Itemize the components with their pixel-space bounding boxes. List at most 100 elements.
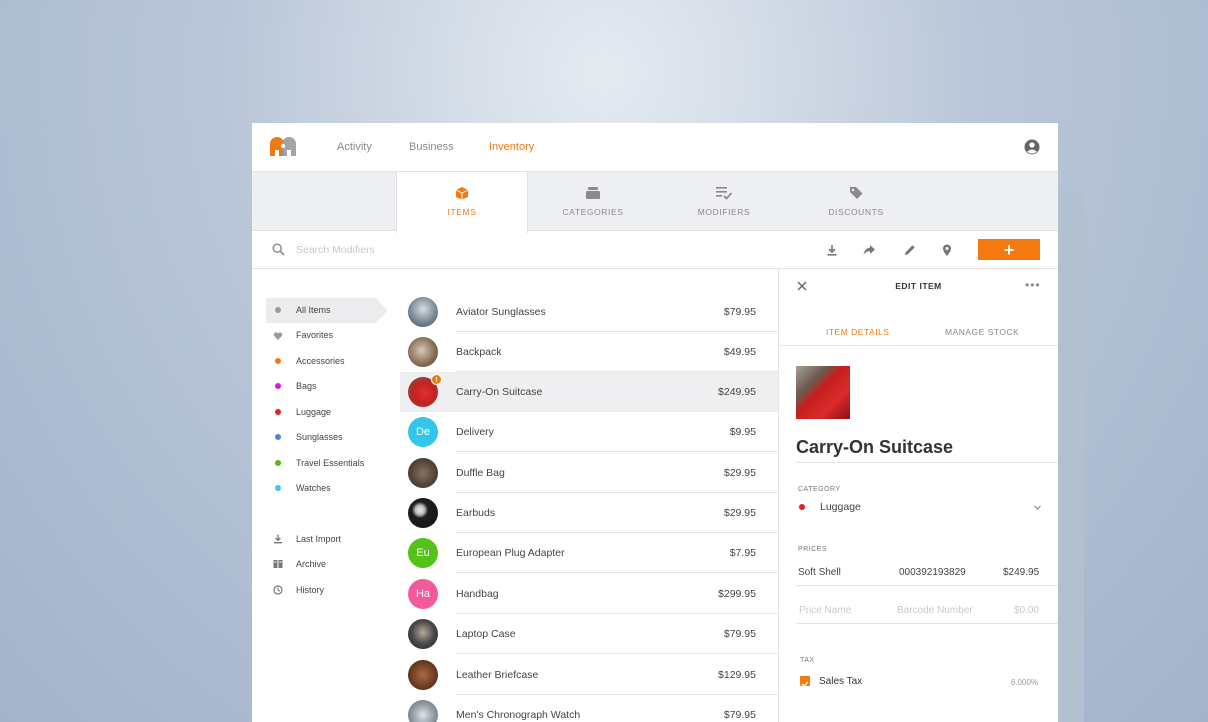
item-avatar-initials: Eu [408,538,438,568]
item-name: European Plug Adapter [456,547,565,559]
item-price: $299.95 [718,588,756,600]
sales-tax-checkbox[interactable] [800,676,810,688]
download-icon [274,534,282,544]
sidebar-item-history[interactable]: History [266,578,378,603]
category-select[interactable]: Luggage [820,501,861,513]
heart-icon [273,332,283,340]
tab-manage-stock[interactable]: MANAGE STOCK [945,327,1019,337]
tab-items[interactable]: ITEMS [396,172,528,233]
table-row[interactable]: Aviator Sunglasses $79.95 [400,292,778,332]
add-item-button[interactable]: + [978,239,1040,260]
sidebar-item-luggage[interactable]: Luggage [266,400,378,425]
search-icon [272,243,285,256]
stack-icon [586,187,600,199]
item-price: $79.95 [723,709,756,721]
download-icon[interactable] [825,243,839,257]
sidebar-item-label: Sunglasses [296,432,343,442]
item-name: Duffle Bag [456,467,505,479]
table-row[interactable]: Leather Briefcase $129.95 [400,655,778,695]
sidebar-item-all-items[interactable]: All Items [266,298,388,323]
sidebar-item-last-import[interactable]: Last Import [266,527,378,552]
price-name-input[interactable]: Price Name [799,605,851,616]
location-pin-icon[interactable] [940,243,954,257]
table-row[interactable]: Duffle Bag $29.95 [400,453,778,493]
search-toolbar: + [252,231,1058,269]
item-name: Carry-On Suitcase [456,386,543,398]
table-row[interactable]: Laptop Case $79.95 [400,614,778,654]
category-dot [275,358,281,364]
user-icon[interactable] [1024,139,1040,155]
category-dot [275,307,281,313]
item-name: Earbuds [456,507,496,519]
nav-business[interactable]: Business [409,141,454,153]
item-image[interactable] [796,366,850,419]
tab-categories[interactable]: CATEGORIES [527,172,659,232]
table-row[interactable]: Backpack $49.95 [400,332,778,372]
sidebar-item-bags[interactable]: Bags [266,374,378,399]
item-price: $7.95 [729,547,756,559]
table-row[interactable]: Men's Chronograph Watch $79.95 [400,695,778,722]
sidebar-item-label: All Items [296,305,331,315]
category-dot [275,434,281,440]
price-input-divider [796,623,1058,624]
barcode-number-input[interactable]: Barcode Number [897,605,973,616]
sidebar-item-travel-essentials[interactable]: Travel Essentials [266,451,378,476]
top-nav: Activity Business Inventory [252,123,1058,171]
pencil-icon[interactable] [903,243,917,257]
item-price: $129.95 [718,669,756,681]
tab-item-details[interactable]: ITEM DETAILS [826,327,889,337]
item-list: Aviator Sunglasses $79.95 Backpack $49.9… [400,269,778,722]
item-price: $79.95 [723,628,756,640]
sidebar-item-archive[interactable]: Archive [266,552,378,577]
box-icon [455,187,469,200]
sidebar-item-watches[interactable]: Watches [266,476,378,501]
nav-inventory[interactable]: Inventory [489,141,534,153]
sidebar-item-label: Favorites [296,330,334,340]
prices-label: PRICES [798,546,828,553]
item-price: $79.95 [723,306,756,318]
item-thumbnail [408,337,438,367]
barcode-number[interactable]: 000392193829 [899,567,966,578]
item-avatar-initials: Ha [408,579,438,609]
table-row[interactable]: Ha Handbag $299.95 [400,574,778,614]
tab-modifiers-label: MODIFIERS [697,207,751,217]
category-dot [275,460,281,466]
category-dot [275,485,281,491]
sidebar-item-sunglasses[interactable]: Sunglasses [266,425,378,450]
price-name[interactable]: Soft Shell [798,567,841,578]
tab-bar: ITEMS CATEGORIES MODIFIERS DISCOUNTS [252,171,1058,233]
category-label: CATEGORY [798,486,841,493]
tax-label: TAX [800,657,815,664]
share-icon[interactable] [862,243,876,257]
table-row[interactable]: Earbuds $29.95 [400,493,778,533]
sidebar-item-label: Watches [296,483,331,493]
title-divider [796,462,1058,463]
tax-name: Sales Tax [819,676,863,687]
search-input[interactable] [296,240,596,260]
tab-discounts[interactable]: DISCOUNTS [790,172,922,232]
item-price: $9.95 [729,426,756,438]
table-row[interactable]: De Delivery $9.95 [400,412,778,452]
tab-modifiers[interactable]: MODIFIERS [658,172,790,232]
tab-items-label: ITEMS [447,207,477,217]
price-value-input[interactable]: $0.00 [1014,605,1039,616]
category-dot [799,504,805,510]
nav-activity[interactable]: Activity [337,141,372,153]
item-thumbnail [408,498,438,528]
item-avatar-initials: De [408,417,438,447]
sidebar-item-favorites[interactable]: Favorites [266,323,378,348]
chevron-down-icon[interactable] [1033,503,1042,512]
item-thumbnail [408,297,438,327]
item-name: Leather Briefcase [456,669,539,681]
table-row-selected[interactable]: ! Carry-On Suitcase $249.95 [400,372,778,412]
item-title: Carry-On Suitcase [796,437,954,457]
table-row[interactable]: Eu European Plug Adapter $7.95 [400,533,778,573]
sidebar-item-accessories[interactable]: Accessories [266,349,378,374]
item-name: Handbag [456,588,499,600]
item-thumbnail [408,619,438,649]
price-value[interactable]: $249.95 [1003,567,1039,578]
more-options-icon[interactable]: ••• [1025,278,1041,292]
sidebar-item-label: Accessories [296,356,345,366]
sidebar-item-label: Luggage [296,407,332,417]
edit-item-panel: EDIT ITEM ••• ITEM DETAILS MANAGE STOCK … [778,269,1058,722]
